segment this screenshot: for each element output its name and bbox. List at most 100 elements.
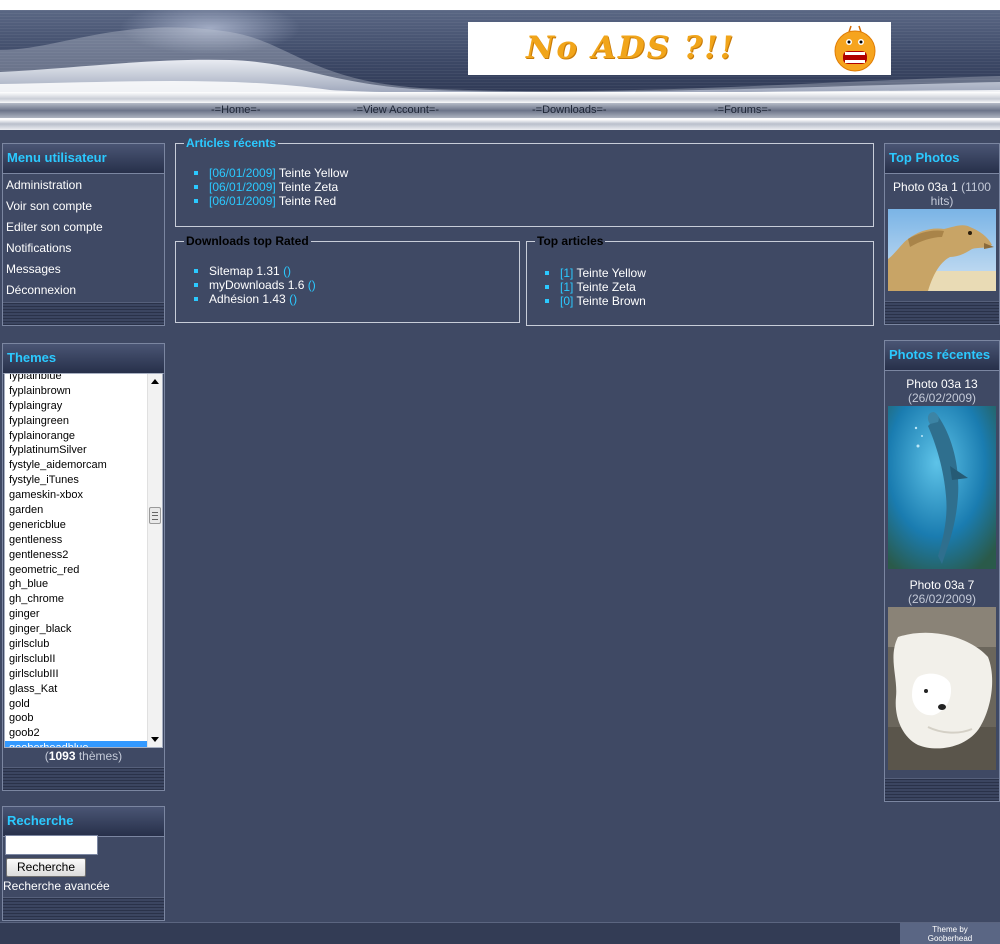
themes-title: Themes xyxy=(3,344,164,374)
theme-option[interactable]: gentleness xyxy=(5,533,148,548)
theme-option[interactable]: fystyle_aidemorcam xyxy=(5,458,148,473)
menu-item-view-account[interactable]: Voir son compte xyxy=(3,196,164,217)
menu-item-logout[interactable]: Déconnexion xyxy=(3,280,164,301)
list-item[interactable]: [06/01/2009] Teinte Yellow xyxy=(194,166,348,180)
themes-listbox[interactable]: fyplainblue fyplainbrown fyplaingray fyplai… xyxy=(4,373,163,748)
theme-option[interactable]: gentleness2 xyxy=(5,548,148,563)
top-photo-caption[interactable]: Photo 03a 1 (1100 hits) xyxy=(885,174,999,208)
list-item[interactable]: [1] Teinte Zeta xyxy=(545,280,646,294)
theme-option[interactable]: gameskin-xbox xyxy=(5,488,148,503)
list-item[interactable]: [06/01/2009] Teinte Red xyxy=(194,194,348,208)
recent-photo-caption[interactable]: Photo 03a 13 (26/02/2009) xyxy=(885,371,999,405)
ad-text: No ADS ?!! xyxy=(526,30,736,66)
theme-option[interactable]: fystyle_iTunes xyxy=(5,473,148,488)
photo-name[interactable]: Photo 03a 1 xyxy=(893,180,958,194)
top-articles-panel: Top articles [1] Teinte Yellow [1] Teint… xyxy=(526,234,874,326)
menu-item-notifications[interactable]: Notifications xyxy=(3,238,164,259)
theme-option[interactable]: glass_Kat xyxy=(5,682,148,697)
nav-view-account-link[interactable]: -=View Account=- xyxy=(353,103,439,118)
search-block: Recherche Recherche Recherche avancée xyxy=(2,806,165,921)
theme-option[interactable]: gh_blue xyxy=(5,577,148,592)
scrollbar-thumb[interactable] xyxy=(149,507,161,524)
theme-option[interactable]: fyplainorange xyxy=(5,429,148,444)
theme-option[interactable]: goob2 xyxy=(5,726,148,741)
search-button[interactable]: Recherche xyxy=(6,858,86,877)
theme-option[interactable]: gooberheadblue xyxy=(5,741,148,747)
download-link[interactable]: Sitemap 1.31 xyxy=(209,264,280,278)
block-footer xyxy=(3,302,164,325)
menu-item-administration[interactable]: Administration xyxy=(3,175,164,196)
theme-option[interactable]: goob xyxy=(5,711,148,726)
user-menu-title: Menu utilisateur xyxy=(3,144,164,174)
ad-banner[interactable]: No ADS ?!! xyxy=(468,22,891,75)
list-item[interactable]: Sitemap 1.31 () xyxy=(194,264,316,278)
themes-block: Themes fyplainblue fyplainbrown fyplaingra… xyxy=(2,343,165,791)
theme-option[interactable]: garden xyxy=(5,503,148,518)
credit-author: Gooberhead xyxy=(927,934,973,943)
article-link[interactable]: Teinte Brown xyxy=(576,294,645,308)
download-link[interactable]: myDownloads 1.6 xyxy=(209,278,304,292)
theme-option[interactable]: fyplaingray xyxy=(5,399,148,414)
list-item[interactable]: myDownloads 1.6 () xyxy=(194,278,316,292)
theme-option[interactable]: fyplaingreen xyxy=(5,414,148,429)
list-item[interactable]: [06/01/2009] Teinte Zeta xyxy=(194,180,348,194)
downloads-list: Sitemap 1.31 () myDownloads 1.6 () Adhés… xyxy=(194,264,316,306)
themes-count: (1093 thèmes) xyxy=(44,749,123,763)
photo-date: (26/02/2009) xyxy=(907,592,977,606)
theme-option[interactable]: girlsclubII xyxy=(5,652,148,667)
nav-home-link[interactable]: -=Home=- xyxy=(211,103,261,118)
menu-item-messages[interactable]: Messages xyxy=(3,259,164,280)
search-input[interactable] xyxy=(5,835,98,855)
menu-item-edit-account[interactable]: Editer son compte xyxy=(3,217,164,238)
article-link[interactable]: Teinte Zeta xyxy=(279,180,338,194)
list-item[interactable]: [0] Teinte Brown xyxy=(545,294,646,308)
download-rating: () xyxy=(289,292,298,306)
photo-name[interactable]: Photo 03a 7 xyxy=(910,578,975,592)
user-menu-block: Menu utilisateur Administration Voir son… xyxy=(2,143,165,326)
theme-option[interactable]: girlsclub xyxy=(5,637,148,652)
article-date: [06/01/2009] xyxy=(209,194,276,208)
theme-option[interactable]: genericblue xyxy=(5,518,148,533)
article-link[interactable]: Teinte Red xyxy=(279,194,336,208)
nav-downloads-link[interactable]: -=Downloads=- xyxy=(532,103,607,118)
block-footer xyxy=(885,778,999,801)
article-link[interactable]: Teinte Yellow xyxy=(279,166,348,180)
theme-option[interactable]: ginger_black xyxy=(5,622,148,637)
nav-forums-link[interactable]: -=Forums=- xyxy=(714,103,771,118)
dolphin-photo-icon[interactable] xyxy=(888,406,996,569)
theme-option[interactable]: fyplatinumSilver xyxy=(5,443,148,458)
recent-articles-title: Articles récents xyxy=(184,136,279,150)
theme-option[interactable]: fyplainblue xyxy=(5,374,148,384)
theme-option[interactable]: geometric_red xyxy=(5,563,148,578)
theme-option[interactable]: girlsclubIII xyxy=(5,667,148,682)
theme-option[interactable]: gh_chrome xyxy=(5,592,148,607)
theme-credit[interactable]: Theme by Gooberhead xyxy=(900,923,1000,944)
block-footer xyxy=(3,767,164,790)
download-link[interactable]: Adhésion 1.43 xyxy=(209,292,286,306)
advanced-search-link[interactable]: Recherche avancée xyxy=(3,879,110,893)
themes-items: fyplainblue fyplainbrown fyplaingray fyplai… xyxy=(5,374,148,747)
article-count: [0] xyxy=(560,294,574,308)
top-photos-block: Top Photos Photo 03a 1 (1100 hits) xyxy=(884,143,1000,325)
scroll-up-arrow-icon[interactable] xyxy=(151,379,159,384)
download-rating: () xyxy=(307,278,316,292)
list-item[interactable]: [1] Teinte Yellow xyxy=(545,266,646,280)
article-link[interactable]: Teinte Yellow xyxy=(576,266,645,280)
themes-scrollbar[interactable] xyxy=(147,374,162,747)
photo-name[interactable]: Photo 03a 13 xyxy=(906,377,977,391)
recent-articles-list: [06/01/2009] Teinte Yellow [06/01/2009] … xyxy=(194,166,348,208)
nav-bar xyxy=(0,103,1000,118)
polar-bear-photo-icon[interactable] xyxy=(888,607,996,770)
block-footer xyxy=(3,897,164,920)
block-footer xyxy=(885,301,999,324)
article-count: [1] xyxy=(560,280,574,294)
theme-option[interactable]: gold xyxy=(5,697,148,712)
article-link[interactable]: Teinte Zeta xyxy=(576,280,635,294)
scroll-down-arrow-icon[interactable] xyxy=(151,737,159,742)
theme-option[interactable]: ginger xyxy=(5,607,148,622)
list-item[interactable]: Adhésion 1.43 () xyxy=(194,292,316,306)
camel-photo-icon[interactable] xyxy=(888,209,996,291)
theme-option[interactable]: fyplainbrown xyxy=(5,384,148,399)
recent-photo-caption[interactable]: Photo 03a 7 (26/02/2009) xyxy=(885,569,999,606)
page-footer: Theme by Gooberhead xyxy=(0,922,1000,944)
